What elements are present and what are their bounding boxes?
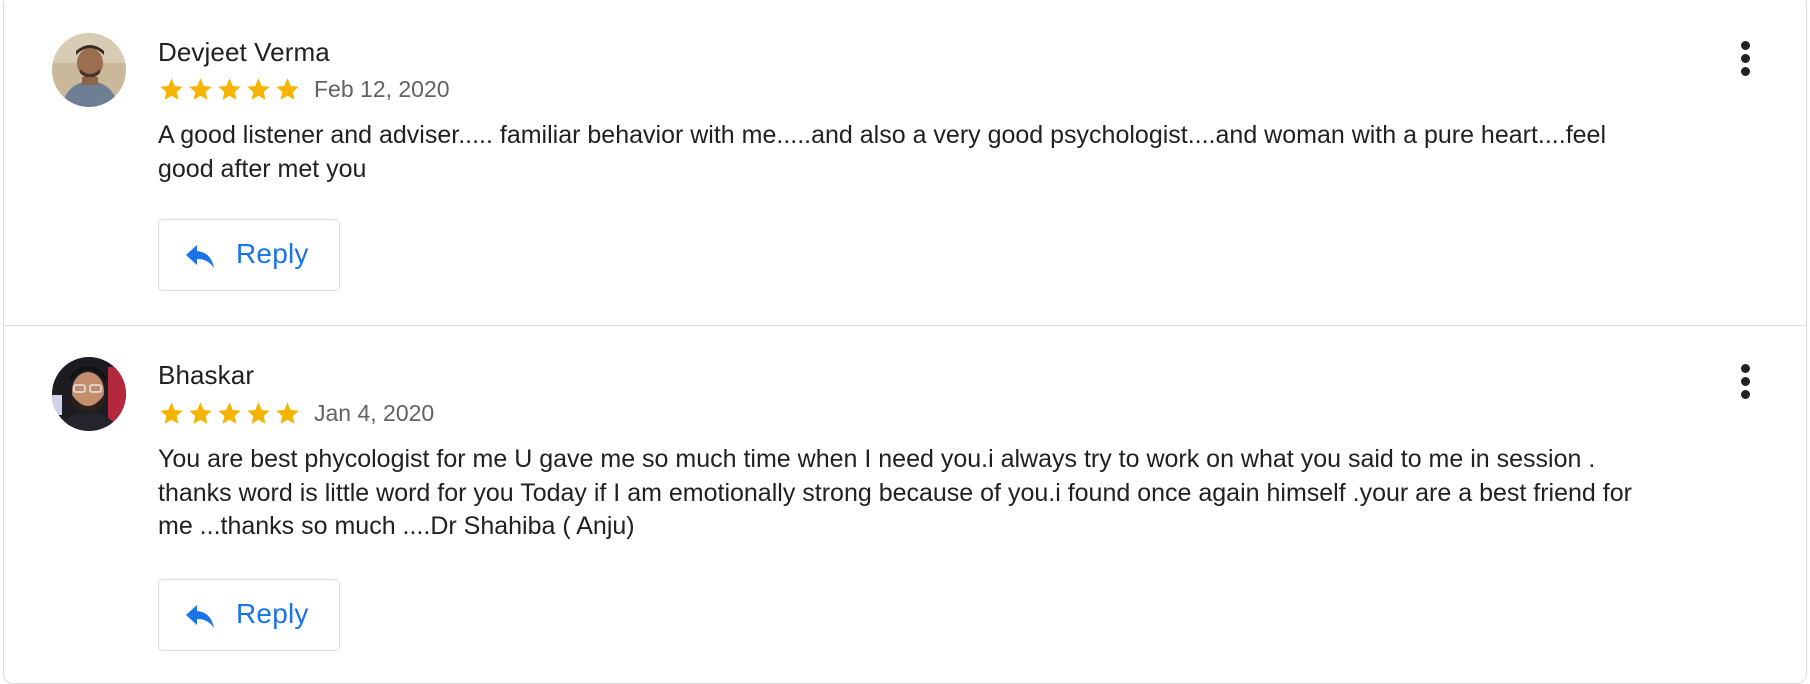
reply-arrow-icon bbox=[186, 605, 214, 628]
review-text: You are best phycologist for me U gave m… bbox=[158, 445, 1632, 540]
more-vert-icon[interactable] bbox=[1732, 364, 1760, 408]
star-icon bbox=[247, 401, 270, 424]
reviewer-name[interactable]: Devjeet Verma bbox=[158, 37, 330, 68]
reply-arrow-icon bbox=[186, 245, 214, 268]
review-date: Jan 4, 2020 bbox=[314, 399, 435, 426]
star-icon bbox=[247, 77, 270, 100]
reviewer-name[interactable]: Bhaskar bbox=[158, 360, 254, 391]
star-rating bbox=[158, 76, 301, 103]
review-text: A good listener and adviser..... familia… bbox=[158, 121, 1607, 183]
reply-button[interactable]: Reply bbox=[158, 219, 340, 291]
star-icon bbox=[218, 401, 241, 424]
avatar[interactable] bbox=[52, 33, 126, 107]
star-icon bbox=[160, 77, 183, 100]
avatar[interactable] bbox=[52, 357, 126, 431]
rating-row: Jan 4, 2020 bbox=[158, 397, 434, 429]
star-icon bbox=[276, 77, 299, 100]
star-icon bbox=[218, 77, 241, 100]
review-item: Bhaskar Jan 4, 2020 You are best phycolo… bbox=[4, 325, 1806, 679]
star-icon bbox=[189, 401, 212, 424]
rating-row: Feb 12, 2020 bbox=[158, 73, 450, 105]
reply-button[interactable]: Reply bbox=[158, 579, 340, 651]
star-icon bbox=[276, 401, 299, 424]
reviews-card: Devjeet Verma Feb 12, 2020 A good listen… bbox=[3, 0, 1807, 684]
review-item: Devjeet Verma Feb 12, 2020 A good listen… bbox=[4, 1, 1806, 325]
more-vert-icon[interactable] bbox=[1732, 41, 1760, 85]
review-date: Feb 12, 2020 bbox=[314, 75, 450, 102]
reply-button-label: Reply bbox=[236, 238, 309, 269]
reply-button-label: Reply bbox=[236, 598, 309, 629]
star-icon bbox=[160, 401, 183, 424]
star-icon bbox=[189, 77, 212, 100]
star-rating bbox=[158, 400, 301, 427]
